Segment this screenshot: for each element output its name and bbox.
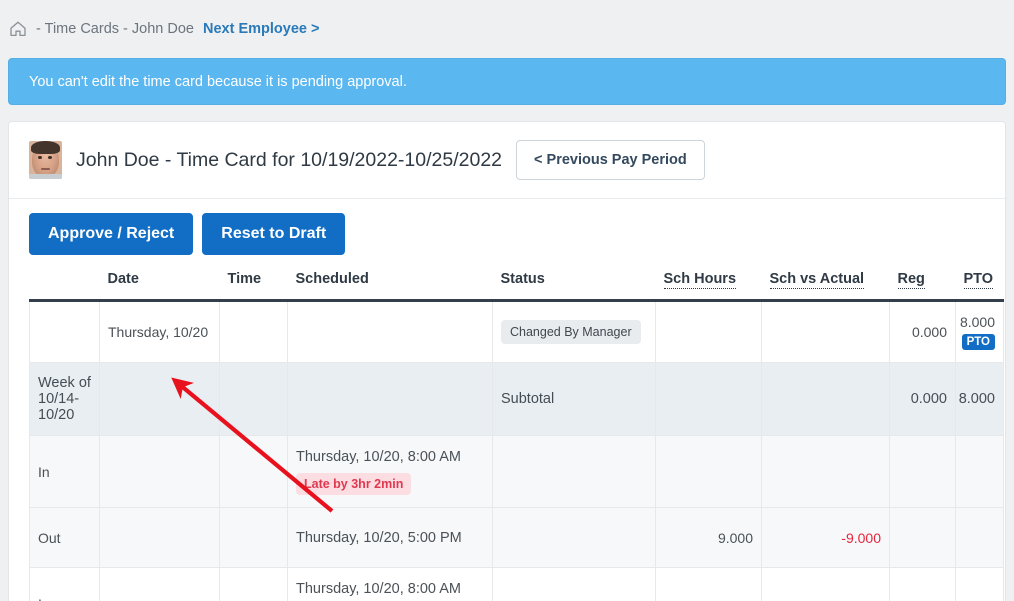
cell-time bbox=[220, 363, 288, 436]
cell-time bbox=[220, 508, 288, 568]
cell-time bbox=[220, 301, 288, 363]
cell-scheduled: Thursday, 10/20, 8:00 AMLate by 3hr 2min bbox=[288, 568, 493, 601]
home-icon[interactable] bbox=[8, 19, 28, 39]
time-card-panel: John Doe - Time Card for 10/19/2022-10/2… bbox=[8, 121, 1006, 601]
cell-date: Thursday, 10/20 bbox=[100, 301, 220, 363]
cell-status bbox=[493, 436, 656, 508]
cell-reg bbox=[890, 436, 956, 508]
cell-pto: 8.000 bbox=[956, 363, 1004, 436]
cell-sch-hours: 9.000 bbox=[656, 508, 762, 568]
previous-pay-period-button[interactable]: < Previous Pay Period bbox=[516, 140, 705, 180]
cell-sch-hours bbox=[656, 568, 762, 601]
cell-sch-hours bbox=[656, 436, 762, 508]
breadcrumb-static-text: - Time Cards - John Doe bbox=[32, 21, 198, 37]
cell-scheduled bbox=[288, 363, 493, 436]
cell-sch-hours-text: 9.000 bbox=[718, 530, 753, 546]
cell-sch-vs-actual bbox=[762, 363, 890, 436]
cell-date bbox=[100, 436, 220, 508]
cell-date-text: Thursday, 10/20 bbox=[108, 324, 208, 340]
cell-pto bbox=[956, 436, 1004, 508]
card-header: John Doe - Time Card for 10/19/2022-10/2… bbox=[9, 122, 1005, 199]
gray-badge: Changed By Manager bbox=[501, 320, 641, 344]
header-date: Date bbox=[100, 271, 220, 301]
cell-reg bbox=[890, 508, 956, 568]
cell-row-label bbox=[30, 301, 100, 363]
table-header-row: Date Time Scheduled Status Sch Hours Sch… bbox=[30, 271, 1004, 301]
cell-row-label-text: In bbox=[38, 464, 50, 480]
table-row: In Thursday, 10/20, 8:00 AM Late by 3hr 2m… bbox=[30, 436, 1004, 508]
cell-sch-hours bbox=[656, 301, 762, 363]
card-body: Approve / Reject Reset to Draft Date Tim… bbox=[9, 199, 1005, 601]
cell-sch-vs-actual: -9.000 bbox=[762, 508, 890, 568]
cell-status: Subtotal bbox=[493, 363, 656, 436]
cell-sch-vs-actual-text: -9.000 bbox=[841, 530, 881, 546]
cell-pto: 8.000 PTO bbox=[956, 301, 1004, 363]
cell-pto-text: 8.000 bbox=[960, 314, 995, 330]
cell-pto bbox=[956, 508, 1004, 568]
table-row: Out Thursday, 10/20, 5:00 PM 9.000 -9.000 bbox=[30, 508, 1004, 568]
cell-reg bbox=[890, 568, 956, 601]
cell-status bbox=[493, 508, 656, 568]
cell-sch-vs-actual bbox=[762, 436, 890, 508]
header-reg: Reg bbox=[890, 271, 956, 301]
action-toolbar: Approve / Reject Reset to Draft bbox=[29, 213, 985, 255]
cell-sch-vs-actual bbox=[762, 301, 890, 363]
cell-row-label-text: Week of 10/14-10/20 bbox=[38, 375, 91, 423]
cell-date bbox=[100, 508, 220, 568]
cell-reg: 0.000 bbox=[890, 301, 956, 363]
cell-status bbox=[493, 568, 656, 601]
late-badge: Late by 3hr 2min bbox=[296, 473, 411, 495]
header-scheduled: Scheduled bbox=[288, 271, 493, 301]
time-card-table: Date Time Scheduled Status Sch Hours Sch… bbox=[29, 271, 1004, 601]
cell-scheduled bbox=[288, 301, 493, 363]
subtotal-label: Subtotal bbox=[501, 391, 554, 407]
avatar bbox=[29, 141, 62, 179]
cell-row-label-text: In bbox=[38, 596, 50, 601]
pto-badge: PTO bbox=[962, 334, 995, 350]
breadcrumb: - Time Cards - John Doe Next Employee > bbox=[0, 0, 1014, 58]
cell-row-label: In bbox=[30, 436, 100, 508]
cell-sch-hours bbox=[656, 363, 762, 436]
table-body: Thursday, 10/20 Changed By Manager 0.000 8.… bbox=[30, 301, 1004, 601]
alert-message: You can't edit the time card because it … bbox=[29, 74, 407, 90]
header-spacer bbox=[30, 271, 100, 301]
cell-pto bbox=[956, 568, 1004, 601]
page-title: John Doe - Time Card for 10/19/2022-10/2… bbox=[76, 149, 502, 172]
cell-reg-text: 0.000 bbox=[912, 324, 947, 340]
header-sch-hours: Sch Hours bbox=[656, 271, 762, 301]
cell-scheduled-text: Thursday, 10/20, 8:00 AM bbox=[296, 449, 461, 465]
cell-date bbox=[100, 363, 220, 436]
header-sch-vs-actual: Sch vs Actual bbox=[762, 271, 890, 301]
approve-reject-button[interactable]: Approve / Reject bbox=[29, 213, 193, 255]
cell-scheduled: Thursday, 10/20, 5:00 PM bbox=[288, 508, 493, 568]
cell-row-label: Week of 10/14-10/20 bbox=[30, 363, 100, 436]
next-employee-link[interactable]: Next Employee > bbox=[203, 21, 319, 37]
header-pto: PTO bbox=[956, 271, 1004, 301]
cell-time bbox=[220, 568, 288, 601]
table-row: Week of 10/14-10/20 Subtotal 0.000 8.000 bbox=[30, 363, 1004, 436]
cell-scheduled: Thursday, 10/20, 8:00 AM Late by 3hr 2min bbox=[288, 436, 493, 508]
table-row: Thursday, 10/20 Changed By Manager 0.000 8.… bbox=[30, 301, 1004, 363]
cell-sch-vs-actual bbox=[762, 568, 890, 601]
cell-row-label: Out bbox=[30, 508, 100, 568]
table-row: In Thursday, 10/20, 8:00 AMLate by 3hr 2m… bbox=[30, 568, 1004, 601]
cell-reg: 0.000 bbox=[890, 363, 956, 436]
header-time: Time bbox=[220, 271, 288, 301]
cell-time bbox=[220, 436, 288, 508]
cell-date bbox=[100, 568, 220, 601]
header-status: Status bbox=[493, 271, 656, 301]
cell-status: Changed By Manager bbox=[493, 301, 656, 363]
reset-to-draft-button[interactable]: Reset to Draft bbox=[202, 213, 345, 255]
cell-row-label: In bbox=[30, 568, 100, 601]
cell-scheduled-text: Thursday, 10/20, 5:00 PM bbox=[296, 530, 462, 546]
pending-approval-alert: You can't edit the time card because it … bbox=[8, 58, 1006, 105]
cell-reg-text: 0.000 bbox=[911, 391, 947, 407]
cell-pto-text: 8.000 bbox=[959, 391, 995, 407]
cell-scheduled-text: Thursday, 10/20, 8:00 AM bbox=[296, 581, 461, 597]
cell-row-label-text: Out bbox=[38, 530, 61, 546]
